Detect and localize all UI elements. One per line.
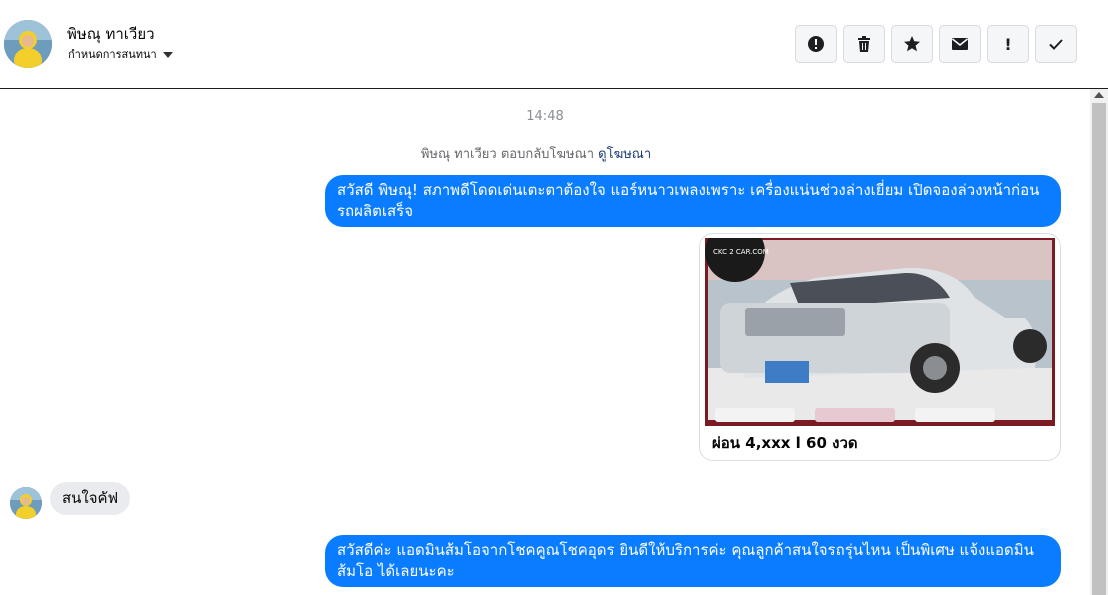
caret-down-icon [162,51,173,58]
contact-name[interactable]: พิษณุ ทาเวียว [67,22,155,46]
ad-reply-note: พิษณุ ทาเวียว ตอบกลับโฆษณา ดูโฆษณา [0,143,1072,164]
ad-watermark: CKC 2 CAR.COM [713,248,769,256]
message-text-line: สวัสดี พิษณุ! สภาพดีโดดเด่นเตะตาต้องใจ แ… [337,181,1040,199]
incoming-message[interactable]: สนใจคัฟ [50,482,131,515]
header-actions: ! [795,25,1077,63]
star-icon [904,36,920,52]
alert-circle-icon [808,36,824,52]
reply-note-text: พิษณุ ทาเวียว ตอบกลับโฆษณา [420,147,594,162]
outgoing-message[interactable]: สวัสดี พิษณุ! สภาพดีโดดเด่นเตะตาต้องใจ แ… [325,175,1061,227]
star-button[interactable] [891,25,933,63]
outgoing-message[interactable]: สวัสดีค่ะ แอดมินส้มโอจากโชคคูณโชคอุดร ยิ… [325,535,1061,587]
exclamation-icon: ! [1004,34,1012,54]
ad-card[interactable]: CKC 2 CAR.COM ผ่อน 4,xxx l 60 งวด [699,233,1061,461]
message-text-line: รถผลิตเสร็จ [337,202,413,220]
message-text: สนใจคัฟ [62,489,119,507]
done-button[interactable] [1035,25,1077,63]
delete-button[interactable] [843,25,885,63]
mark-unread-button[interactable] [939,25,981,63]
report-button[interactable] [795,25,837,63]
message-text-line: สวัสดีค่ะ แอดมินส้มโอจากโชคคูณโชคอุดร ยิ… [337,541,1034,559]
subtitle-label: กำหนดการสนทนา [68,48,157,61]
conversation-schedule-dropdown[interactable]: กำหนดการสนทนา [68,45,173,63]
view-ad-link[interactable]: ดูโฆษณา [598,147,651,162]
ad-caption: ผ่อน 4,xxx l 60 งวด [712,434,858,452]
envelope-icon [952,38,968,50]
conversation-header: พิษณุ ทาเวียว กำหนดการสนทนา ! [0,0,1108,89]
car-ad-image: CKC 2 CAR.COM [705,238,1055,426]
message-timestamp: 14:48 [526,109,564,124]
check-icon [1049,39,1063,50]
contact-avatar[interactable] [4,20,52,68]
contact-avatar-small[interactable] [10,487,42,519]
trash-icon [858,36,870,52]
important-button[interactable]: ! [987,25,1029,63]
message-text-line: ส้มโอ ได้เลยนะคะ [337,562,455,580]
scroll-up-arrow-icon[interactable] [1094,92,1104,98]
scrollbar-thumb[interactable] [1092,103,1106,595]
